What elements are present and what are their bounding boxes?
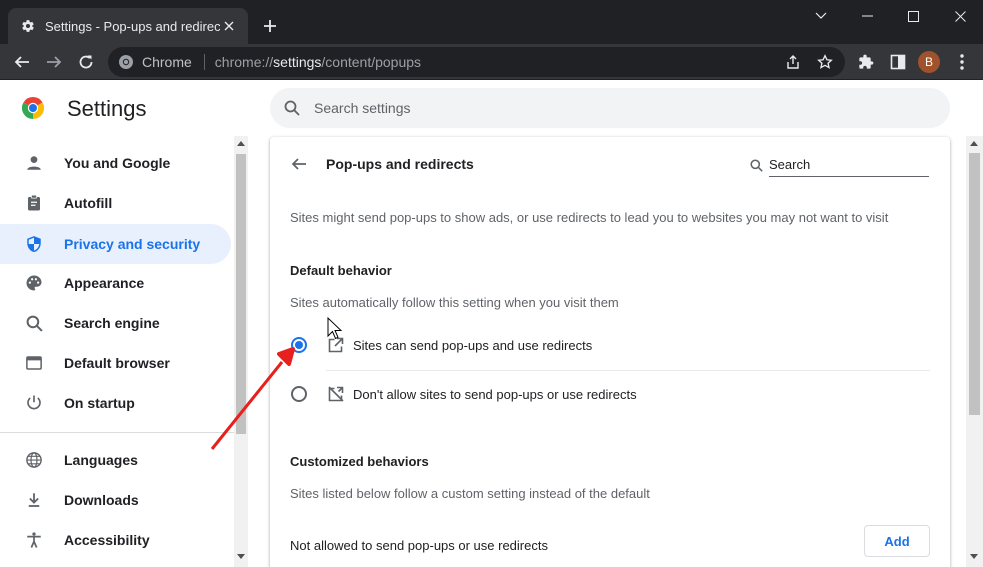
annotation-overlay: [210, 316, 343, 450]
mouse-cursor-icon: [327, 316, 343, 340]
red-arrow-annotation: [210, 347, 295, 450]
